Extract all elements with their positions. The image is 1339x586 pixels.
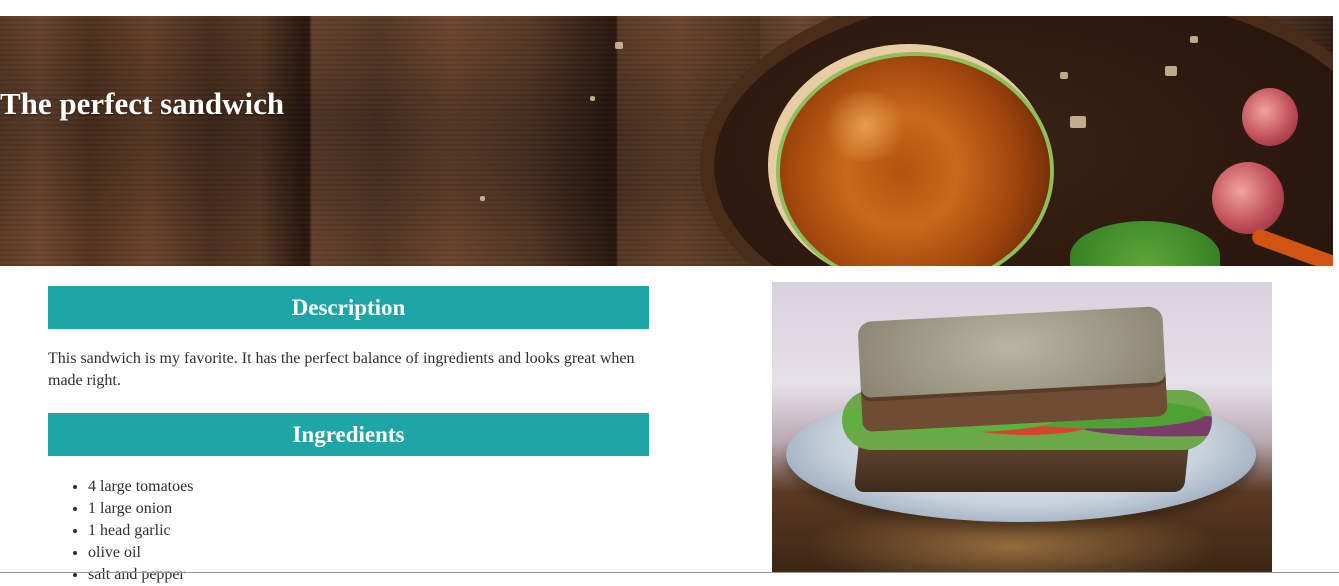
crumb: [1070, 116, 1086, 128]
top-bread-slice: [857, 306, 1168, 432]
crumb: [615, 42, 623, 49]
list-item: 1 large onion: [88, 498, 193, 520]
ingredients-list: 4 large tomatoes 1 large onion 1 head ga…: [48, 476, 193, 586]
description-text: This sandwich is my favorite. It has the…: [48, 350, 635, 389]
hero-banner: The perfect sandwich: [0, 16, 1333, 266]
crumb: [1060, 72, 1068, 79]
list-item: 4 large tomatoes: [88, 476, 193, 498]
sandwich-photo: [772, 282, 1272, 573]
crumb: [480, 196, 485, 201]
list-item: olive oil: [88, 542, 193, 564]
ingredients-heading: Ingredients: [48, 413, 649, 456]
top-margin: [0, 0, 1339, 16]
shallot-image: [1212, 162, 1284, 234]
description-heading: Description: [48, 286, 649, 329]
bun-highlight: [820, 91, 910, 161]
crumb: [1165, 66, 1177, 76]
crumb: [590, 96, 595, 101]
list-item: 1 head garlic: [88, 520, 193, 542]
shallot-image: [1242, 88, 1298, 146]
page-title: The perfect sandwich: [0, 86, 285, 121]
list-item: salt and pepper: [88, 564, 193, 586]
crumb: [1190, 36, 1198, 43]
